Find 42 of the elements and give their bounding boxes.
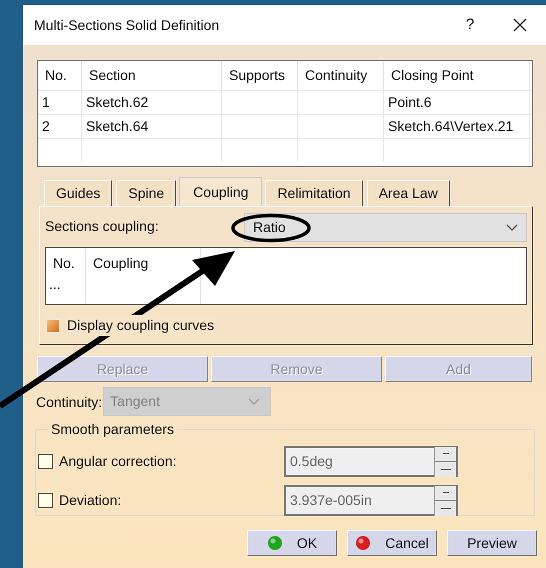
checkbox-label: Deviation: bbox=[59, 491, 122, 510]
table-cell-text: 1 bbox=[42, 93, 50, 112]
chevron-down-icon bbox=[248, 398, 260, 406]
table-cell-text: 2 bbox=[42, 117, 50, 136]
tab[interactable]: Area Law bbox=[366, 180, 450, 206]
input-field[interactable]: 3.937e-005in bbox=[284, 485, 458, 516]
checkbox[interactable] bbox=[38, 493, 53, 508]
column-header[interactable]: Supports bbox=[222, 61, 298, 90]
column-header[interactable]: No. bbox=[53, 253, 85, 274]
column-header[interactable]: Coupling bbox=[93, 253, 200, 274]
ok-button[interactable]: OK bbox=[247, 530, 337, 556]
spin-buttons[interactable] bbox=[434, 446, 456, 476]
dropdown[interactable]: Ratio bbox=[244, 213, 527, 242]
cancel-button[interactable]: Cancel bbox=[347, 530, 437, 556]
field-label: Continuity: bbox=[36, 393, 102, 412]
group-title: Smooth parameters bbox=[50, 420, 175, 439]
close-icon[interactable] bbox=[513, 18, 527, 32]
table-cell-text: Sketch.64\Vertex.21 bbox=[388, 117, 514, 136]
status-dot-icon bbox=[266, 535, 283, 551]
table-cell-text: ... bbox=[49, 277, 62, 291]
column-header[interactable]: Section bbox=[82, 61, 222, 90]
tab[interactable]: Coupling bbox=[179, 177, 262, 206]
spin-buttons[interactable] bbox=[434, 486, 456, 516]
checkbox-label: Display coupling curves bbox=[67, 315, 216, 336]
table-cell-text: Sketch.64 bbox=[86, 117, 148, 136]
input-field[interactable]: 0.5deg bbox=[284, 446, 458, 477]
checkbox[interactable] bbox=[38, 454, 53, 469]
column-header[interactable]: Continuity bbox=[298, 61, 384, 90]
preview-button[interactable]: Preview bbox=[447, 530, 537, 556]
column-header[interactable]: No. bbox=[38, 61, 82, 90]
tab[interactable]: Guides bbox=[44, 180, 112, 206]
status-dot-icon bbox=[355, 535, 372, 551]
column-header[interactable]: Closing Point bbox=[384, 61, 530, 90]
tab[interactable]: Relimitation bbox=[265, 180, 363, 206]
window-title: Multi-Sections Solid Definition bbox=[34, 16, 220, 34]
checkbox-label: Angular correction: bbox=[59, 452, 178, 471]
table-cell-text: Sketch.62 bbox=[86, 93, 148, 112]
tab[interactable]: Spine bbox=[116, 180, 176, 206]
table-cell-text: Point.6 bbox=[388, 93, 432, 112]
help-button[interactable]: ? bbox=[455, 14, 485, 36]
field-label: Sections coupling: bbox=[45, 217, 160, 236]
chevron-down-icon bbox=[506, 224, 518, 232]
